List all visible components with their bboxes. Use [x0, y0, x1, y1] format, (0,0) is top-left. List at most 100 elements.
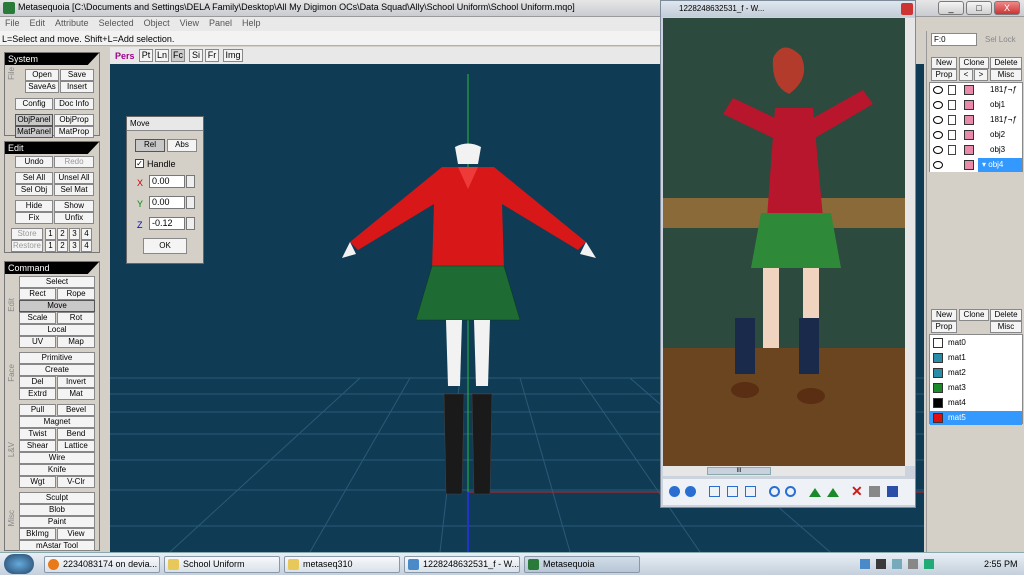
vertex-color-tool-button[interactable]: V-Clr [57, 476, 95, 488]
menu-help[interactable]: Help [237, 17, 266, 29]
wire-tool-button[interactable]: Wire [19, 452, 95, 464]
previous-icon[interactable] [669, 486, 680, 497]
redo-button[interactable]: Redo [54, 156, 94, 168]
tray-icon[interactable] [924, 559, 934, 569]
material-misc-button[interactable]: Misc [990, 321, 1022, 333]
object-new-button[interactable]: New [931, 57, 957, 69]
twist-tool-button[interactable]: Twist [19, 428, 56, 440]
extrude-tool-button[interactable]: Extrd [19, 388, 56, 400]
eye-icon[interactable] [933, 146, 943, 154]
tray-icon[interactable] [876, 559, 886, 569]
absolute-tab[interactable]: Abs [167, 139, 197, 152]
knife-tool-button[interactable]: Knife [19, 464, 95, 476]
tab-image[interactable]: Img [223, 49, 243, 62]
close-button[interactable]: X [994, 1, 1020, 15]
object-row-selected[interactable]: ▾ obj4 [930, 158, 1022, 172]
save-icon[interactable] [887, 486, 898, 497]
z-value-field[interactable]: -0.12 [149, 217, 185, 230]
map-tool-button[interactable]: Map [57, 336, 95, 348]
object-row[interactable]: 181ƒ¬ƒ [930, 83, 1022, 97]
tab-line[interactable]: Ln [155, 49, 169, 62]
show-button[interactable]: Show [54, 200, 94, 212]
view-tool-button[interactable]: View [57, 528, 95, 540]
eye-icon[interactable] [933, 131, 943, 139]
hide-button[interactable]: Hide [15, 200, 53, 212]
volume-icon[interactable] [908, 559, 918, 569]
delete-tool-button[interactable]: Del [19, 376, 56, 388]
taskbar-item-image-viewer[interactable]: 1228248632531_f - W... [404, 556, 520, 573]
bend-tool-button[interactable]: Bend [57, 428, 95, 440]
lattice-tool-button[interactable]: Lattice [57, 440, 95, 452]
store-slot-3[interactable]: 3 [69, 228, 80, 240]
objpanel-button[interactable]: ObjPanel [15, 114, 53, 126]
rotate-tool-button[interactable]: Rot [57, 312, 95, 324]
scroll-thumb[interactable]: III [707, 467, 771, 475]
paint-tool-button[interactable]: Paint [19, 516, 95, 528]
object-clone-button[interactable]: Clone [959, 57, 989, 69]
eye-icon[interactable] [933, 161, 943, 169]
taskbar-item-browser[interactable]: 2234083174 on devia... [44, 556, 160, 573]
material-row[interactable]: mat1 [930, 351, 1022, 365]
matpanel-button[interactable]: MatPanel [15, 126, 53, 138]
lock-icon[interactable] [948, 130, 956, 140]
taskbar-item-folder[interactable]: metaseq310 [284, 556, 400, 573]
material-prop-button[interactable]: Prop [931, 321, 957, 333]
y-spinner[interactable] [186, 196, 195, 209]
tab-perspective[interactable]: Pers [115, 51, 135, 61]
object-row[interactable]: obj3 [930, 143, 1022, 157]
pull-tool-button[interactable]: Pull [19, 404, 56, 416]
restore-button[interactable]: Restore [11, 240, 43, 252]
restore-slot-4[interactable]: 4 [81, 240, 92, 252]
print-icon[interactable] [869, 486, 880, 497]
menu-panel[interactable]: Panel [204, 17, 237, 29]
uv-tool-button[interactable]: UV [19, 336, 56, 348]
tab-face[interactable]: Fc [171, 49, 185, 62]
scale-tool-button[interactable]: Scale [19, 312, 56, 324]
weight-tool-button[interactable]: Wgt [19, 476, 56, 488]
tab-silhouette[interactable]: Si [189, 49, 203, 62]
frame-field[interactable]: F:0 [931, 33, 977, 46]
lock-icon[interactable] [948, 115, 956, 125]
shear-tool-button[interactable]: Shear [19, 440, 56, 452]
unfix-button[interactable]: Unfix [54, 212, 94, 224]
tray-icon[interactable] [860, 559, 870, 569]
bkimg-tool-button[interactable]: BkImg [19, 528, 56, 540]
object-prop-button[interactable]: Prop [931, 69, 957, 81]
slideshow-icon[interactable] [745, 486, 756, 497]
invert-tool-button[interactable]: Invert [57, 376, 95, 388]
rope-tool-button[interactable]: Rope [57, 288, 95, 300]
matprop-button[interactable]: MatProp [54, 126, 94, 138]
object-row[interactable]: obj2 [930, 128, 1022, 142]
minimize-button[interactable]: _ [938, 1, 964, 15]
image-viewer-close-icon[interactable] [901, 3, 913, 15]
material-row[interactable]: mat2 [930, 366, 1022, 380]
sculpt-tool-button[interactable]: Sculpt [19, 492, 95, 504]
material-row[interactable]: mat4 [930, 396, 1022, 410]
y-value-field[interactable]: 0.00 [149, 196, 185, 209]
objprop-button[interactable]: ObjProp [54, 114, 94, 126]
menu-view[interactable]: View [175, 17, 204, 29]
ok-button[interactable]: OK [143, 238, 187, 254]
handle-checkbox[interactable]: ✓ [135, 159, 144, 168]
primitive-tool-button[interactable]: Primitive [19, 352, 95, 364]
material-new-button[interactable]: New [931, 309, 957, 321]
delete-icon[interactable]: ✕ [851, 483, 863, 500]
next-icon[interactable] [685, 486, 696, 497]
network-icon[interactable] [892, 559, 902, 569]
undo-button[interactable]: Undo [15, 156, 53, 168]
sel-lock-toggle[interactable]: Sel Lock [985, 35, 1016, 44]
config-button[interactable]: Config [15, 98, 53, 110]
fix-button[interactable]: Fix [15, 212, 53, 224]
menu-attribute[interactable]: Attribute [50, 17, 94, 29]
select-all-button[interactable]: Sel All [15, 172, 53, 184]
lock-icon[interactable] [948, 100, 956, 110]
tab-point[interactable]: Pt [139, 49, 153, 62]
tab-frame[interactable]: Fr [205, 49, 219, 62]
object-move-down-button[interactable]: > [974, 69, 988, 81]
restore-slot-1[interactable]: 1 [45, 240, 56, 252]
zoom-in-icon[interactable] [769, 486, 780, 497]
local-tool-button[interactable]: Local [19, 324, 95, 336]
menu-file[interactable]: File [0, 17, 25, 29]
store-button[interactable]: Store [11, 228, 43, 240]
mastar-tool-button[interactable]: mAstar Tool [19, 540, 95, 551]
